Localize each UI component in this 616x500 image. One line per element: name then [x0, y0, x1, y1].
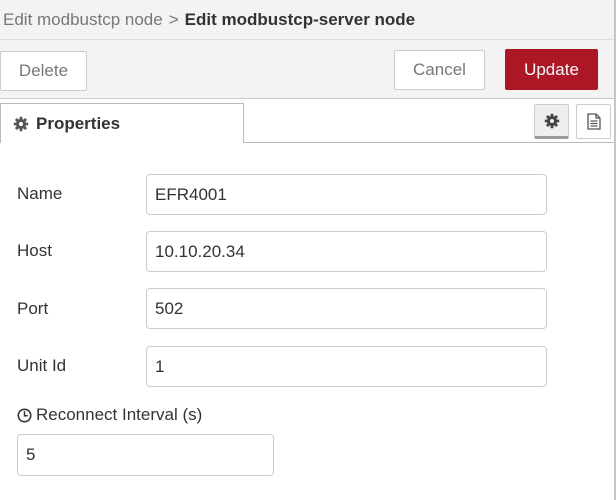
host-label: Host	[17, 241, 52, 260]
update-button[interactable]: Update	[505, 49, 598, 90]
tab-properties-label: Properties	[36, 113, 121, 133]
reconnect-interval-input[interactable]	[17, 434, 274, 476]
description-tab-button[interactable]	[576, 104, 611, 139]
name-label: Name	[17, 184, 63, 203]
unit-id-input[interactable]	[146, 346, 547, 387]
gear-icon	[544, 113, 560, 129]
reconnect-interval-text: Reconnect Interval (s)	[36, 405, 203, 424]
edit-dialog: Edit modbustcp node > Edit modbustcp-ser…	[0, 0, 616, 500]
unit-id-label: Unit Id	[17, 356, 67, 375]
host-input[interactable]	[146, 231, 547, 272]
gear-icon	[13, 116, 29, 132]
dialog-toolbar: Delete Cancel Update	[0, 40, 614, 99]
delete-button[interactable]: Delete	[0, 51, 87, 91]
reconnect-interval-label: Reconnect Interval (s)	[17, 405, 202, 425]
port-input[interactable]	[146, 288, 547, 329]
clock-icon	[17, 408, 32, 423]
breadcrumb-parent[interactable]: Edit modbustcp node	[3, 10, 163, 30]
cancel-button[interactable]: Cancel	[394, 50, 485, 90]
tab-bar: Properties	[0, 99, 614, 143]
tab-properties[interactable]: Properties	[0, 103, 244, 143]
port-label: Port	[17, 299, 49, 318]
name-input[interactable]	[146, 174, 547, 215]
breadcrumb-current: Edit modbustcp-server node	[184, 9, 416, 29]
document-icon	[586, 113, 601, 130]
breadcrumb-separator: >	[168, 9, 179, 29]
breadcrumb: Edit modbustcp node > Edit modbustcp-ser…	[0, 0, 614, 40]
settings-tab-button[interactable]	[534, 104, 569, 139]
